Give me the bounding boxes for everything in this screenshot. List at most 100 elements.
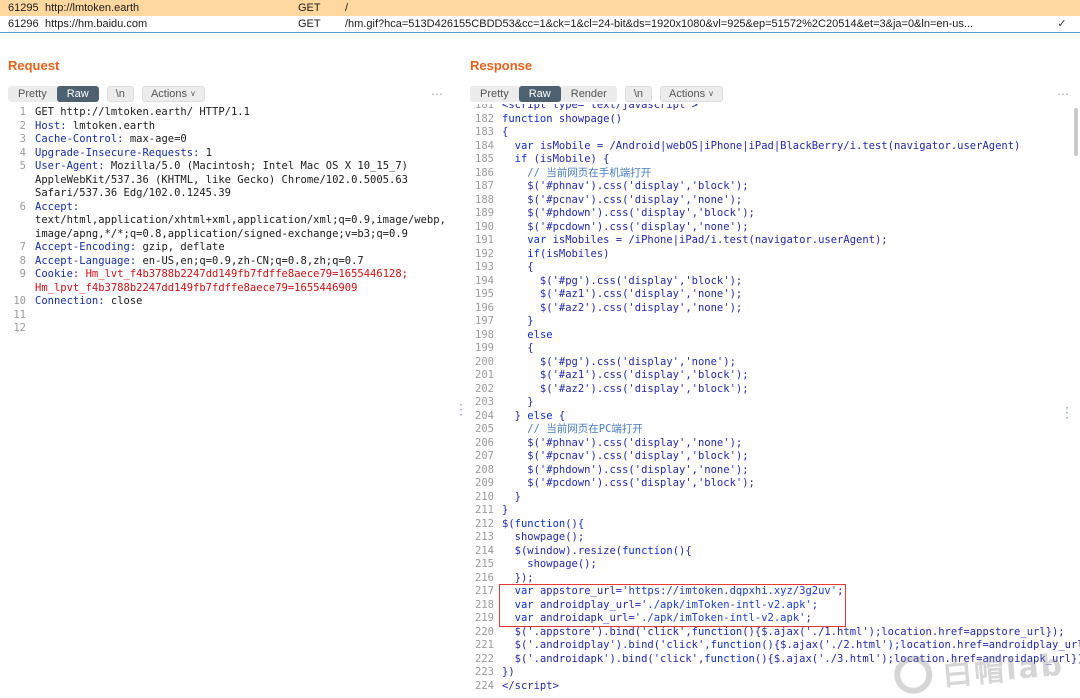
request-line: 6Accept: text/html,application/xhtml+xml… (8, 201, 448, 242)
code-text[interactable]: $(function(){ (502, 518, 584, 532)
code-text[interactable]: }); (502, 572, 534, 586)
line-number: 184 (470, 140, 494, 154)
code-text[interactable]: $('.androidplay').bind('click',function(… (502, 639, 1080, 653)
request-line: 8Accept-Language: en-US,en;q=0.9,zh-CN;q… (8, 255, 448, 269)
code-text[interactable]: User-Agent: Mozilla/5.0 (Macintosh; Inte… (35, 160, 448, 201)
request-tab-pretty[interactable]: Pretty (8, 86, 57, 102)
response-tab-raw[interactable]: Raw (519, 86, 561, 102)
line-number: 212 (470, 518, 494, 532)
line-number: 7 (8, 241, 26, 255)
scrollbar-thumb[interactable] (1074, 108, 1078, 156)
request-tab-newline[interactable]: \n (107, 86, 134, 102)
request-tab-actions[interactable]: Actions∨ (142, 86, 205, 102)
code-text[interactable]: if(isMobiles) (502, 248, 610, 262)
code-text[interactable]: $('#az2').css('display','none'); (502, 302, 742, 316)
code-text[interactable]: // 当前网页在PC端打开 (502, 423, 643, 437)
request-tab-raw[interactable]: Raw (57, 86, 99, 102)
response-line: 202 $('#az2').css('display','block'); (470, 383, 1074, 397)
code-text[interactable]: $('#az1').css('display','block'); (502, 369, 749, 383)
code-text[interactable]: $('#phdown').css('display','none'); (502, 464, 749, 478)
response-tab-render[interactable]: Render (561, 86, 617, 102)
code-text[interactable]: var androidapk_url='./apk/imToken-intl-v… (502, 612, 812, 626)
code-text[interactable]: } (502, 491, 521, 505)
code-text[interactable]: Connection: close (35, 295, 448, 309)
history-row[interactable]: 61296https://hm.baidu.comGET/hm.gif?hca=… (0, 16, 1080, 32)
code-text[interactable]: } (502, 504, 508, 518)
code-text[interactable]: var appstore_url='https://imtoken.dqpxhi… (502, 585, 843, 599)
response-tab-newline[interactable]: \n (625, 86, 652, 102)
code-text[interactable]: $('#az1').css('display','none'); (502, 288, 742, 302)
message-editor: Request PrettyRaw\nActions∨⋯ 1GET http:/… (0, 33, 1080, 693)
line-number: 10 (8, 295, 26, 309)
response-line: 199 { (470, 342, 1074, 356)
code-text[interactable]: Accept-Encoding: gzip, deflate (35, 241, 448, 255)
response-line: 193 { (470, 261, 1074, 275)
response-line: 195 $('#az1').css('display','none'); (470, 288, 1074, 302)
request-line: 11 (8, 309, 448, 323)
line-number: 211 (470, 504, 494, 518)
code-text[interactable]: $('.androidapk').bind('click',function()… (502, 653, 1080, 667)
code-text[interactable]: { (502, 342, 534, 356)
response-line: 196 $('#az2').css('display','none'); (470, 302, 1074, 316)
code-text[interactable]: } (502, 315, 534, 329)
line-number: 185 (470, 153, 494, 167)
code-text[interactable]: Accept-Language: en-US,en;q=0.9,zh-CN;q=… (35, 255, 448, 269)
response-line: 182function showpage() (470, 113, 1074, 127)
code-text[interactable]: var isMobile = /Android|webOS|iPhone|iPa… (502, 140, 1020, 154)
code-text[interactable]: showpage(); (502, 558, 597, 572)
code-text[interactable]: var androidplay_url='./apk/imToken-intl-… (502, 599, 818, 613)
code-text[interactable]: function showpage() (502, 113, 622, 127)
code-text[interactable]: Cache-Control: max-age=0 (35, 133, 448, 147)
code-text[interactable]: { (502, 261, 534, 275)
code-text[interactable]: var isMobiles = /iPhone|iPad/i.test(navi… (502, 234, 888, 248)
request-codewrap[interactable]: 1GET http://lmtoken.earth/ HTTP/1.12Host… (0, 104, 454, 693)
code-text[interactable]: $('#pg').css('display','none'); (502, 356, 736, 370)
response-line: 208 $('#phdown').css('display','none'); (470, 464, 1074, 478)
code-text[interactable]: Cookie: Hm_lvt_f4b3788b2247dd149fb7fdffe… (35, 268, 448, 295)
line-number: 208 (470, 464, 494, 478)
response-line: 219 var androidapk_url='./apk/imToken-in… (470, 612, 1074, 626)
code-text[interactable]: $('#phnav').css('display','none'); (502, 437, 742, 451)
code-text[interactable]: Host: lmtoken.earth (35, 120, 448, 134)
code-text[interactable]: GET http://lmtoken.earth/ HTTP/1.1 (35, 106, 448, 120)
response-line: 224</script> (470, 680, 1074, 694)
request-line: 12 (8, 322, 448, 336)
cell-cmethod: GET (296, 0, 344, 16)
code-text[interactable]: $('#pcdown').css('display','none'); (502, 221, 749, 235)
code-text[interactable]: }) (502, 666, 515, 680)
line-number: 189 (470, 207, 494, 221)
line-number: 188 (470, 194, 494, 208)
line-number: 215 (470, 558, 494, 572)
code-text[interactable]: $('#pg').css('display','block'); (502, 275, 742, 289)
code-text[interactable]: } (502, 396, 534, 410)
history-row[interactable]: 61295http://lmtoken.earthGET/ (0, 0, 1080, 16)
code-text[interactable]: else (502, 329, 553, 343)
response-line: 204 } else { (470, 410, 1074, 424)
code-text[interactable]: <script type="text/javascript"> (502, 104, 698, 113)
code-text[interactable]: </script> (502, 680, 559, 694)
code-text[interactable]: $('#phdown').css('display','block'); (502, 207, 755, 221)
code-text[interactable]: if (isMobile) { (502, 153, 610, 167)
panel-splitter[interactable]: ⋮ (454, 33, 462, 693)
code-text[interactable]: } else { (502, 410, 565, 424)
code-text[interactable]: $('.appstore').bind('click',function(){$… (502, 626, 1065, 640)
code-text[interactable]: $(window).resize(function(){ (502, 545, 692, 559)
code-text[interactable]: $('#az2').css('display','block'); (502, 383, 749, 397)
line-number: 3 (8, 133, 26, 147)
response-tab-pretty[interactable]: Pretty (470, 86, 519, 102)
code-text[interactable] (35, 322, 448, 336)
response-codewrap[interactable]: 181<script type="text/javascript">182fun… (462, 104, 1080, 693)
code-text[interactable]: // 当前网页在手机端打开 (502, 167, 651, 181)
code-text[interactable]: $('#pcnav').css('display','block'); (502, 450, 749, 464)
line-number: 199 (470, 342, 494, 356)
code-text[interactable]: $('#phnav').css('display','block'); (502, 180, 749, 194)
code-text[interactable]: $('#pcnav').css('display','none'); (502, 194, 742, 208)
code-text[interactable] (35, 309, 448, 323)
response-tab-actions[interactable]: Actions∨ (660, 86, 723, 102)
line-number: 222 (470, 653, 494, 667)
code-text[interactable]: Upgrade-Insecure-Requests: 1 (35, 147, 448, 161)
code-text[interactable]: showpage(); (502, 531, 584, 545)
code-text[interactable]: { (502, 126, 508, 140)
code-text[interactable]: $('#pcdown').css('display','block'); (502, 477, 755, 491)
code-text[interactable]: Accept: text/html,application/xhtml+xml,… (35, 201, 448, 242)
